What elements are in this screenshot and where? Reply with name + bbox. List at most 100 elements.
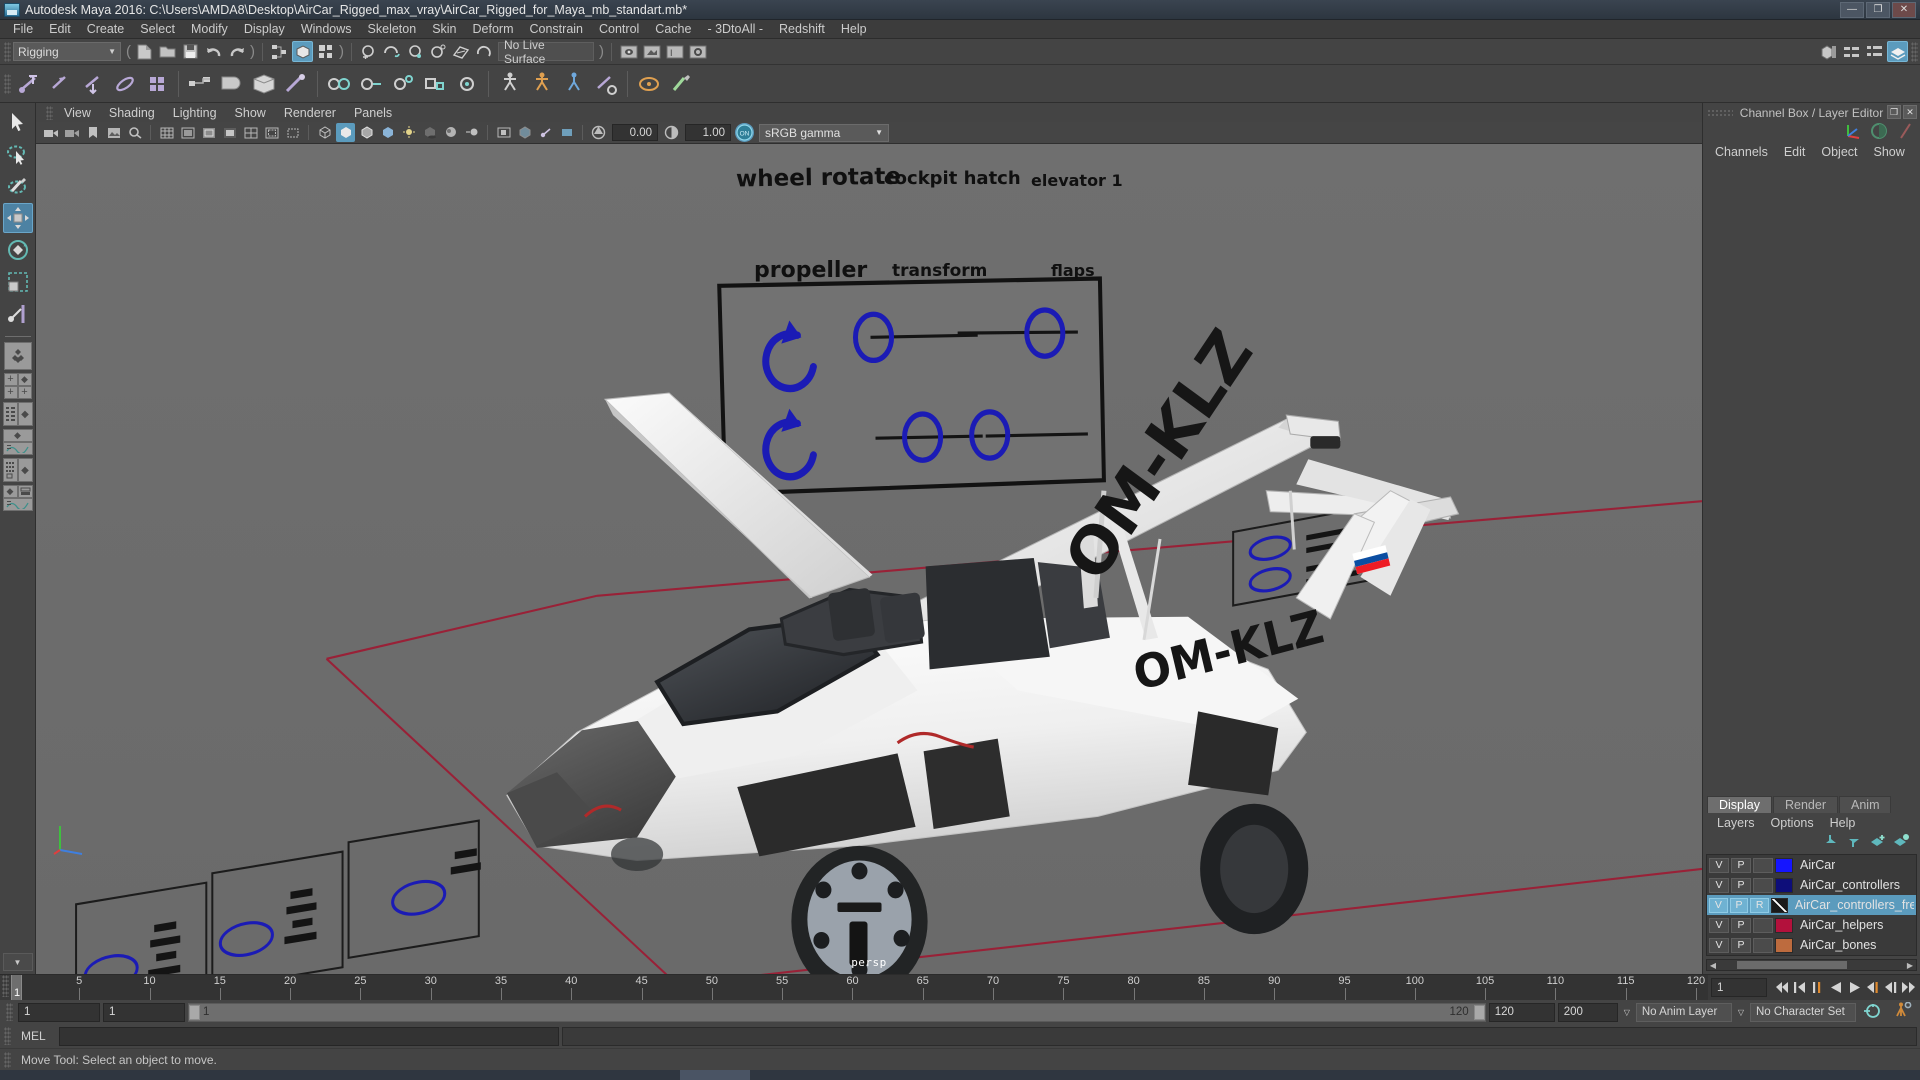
paint-weights-icon[interactable] xyxy=(667,69,695,99)
dock-restore-button[interactable]: ❐ xyxy=(1887,105,1901,119)
layer-color-swatch[interactable] xyxy=(1775,878,1793,893)
select-by-object-icon[interactable] xyxy=(292,41,313,62)
layer-list-hscrollbar[interactable]: ◀ ▶ xyxy=(1706,959,1917,971)
bookmark-icon[interactable] xyxy=(83,123,102,142)
shadows-icon[interactable] xyxy=(420,123,439,142)
menu-create[interactable]: Create xyxy=(79,21,133,37)
taskbar-button[interactable] xyxy=(680,1070,750,1080)
save-scene-icon[interactable] xyxy=(180,41,201,62)
orient-constraint-icon[interactable] xyxy=(389,69,417,99)
animation-start-time-field[interactable]: 1 xyxy=(18,1003,100,1022)
wireframe-icon[interactable] xyxy=(315,123,334,142)
animation-end-time-field[interactable]: 200 xyxy=(1558,1003,1618,1022)
layout-four-pane[interactable]: ◆ xyxy=(3,485,33,511)
xray-active-components-icon[interactable] xyxy=(557,123,576,142)
new-layer-icon[interactable] xyxy=(1870,834,1887,851)
dock-grip[interactable] xyxy=(1707,109,1733,116)
command-output-field[interactable] xyxy=(562,1027,1917,1046)
auto-keyframe-icon[interactable] xyxy=(1859,1002,1886,1022)
exposure-field[interactable]: 0.00 xyxy=(612,124,658,141)
motion-blur-icon[interactable] xyxy=(462,123,481,142)
channelbox-menu-edit[interactable]: Edit xyxy=(1776,144,1814,160)
snap-to-projected-center-icon[interactable] xyxy=(427,41,448,62)
panel-menu-panels[interactable]: Panels xyxy=(345,105,401,121)
play-forwards-icon[interactable] xyxy=(1845,978,1863,998)
isolate-select-icon[interactable] xyxy=(494,123,513,142)
range-slider-right-handle[interactable] xyxy=(1474,1005,1485,1020)
transform-axes-icon[interactable] xyxy=(1844,122,1862,143)
menu-edit[interactable]: Edit xyxy=(41,21,79,37)
rotate-tool[interactable] xyxy=(3,235,33,265)
dock-close-button[interactable]: ✕ xyxy=(1903,105,1917,119)
layer-display-type-toggle[interactable] xyxy=(1753,918,1773,933)
texture-icon[interactable] xyxy=(378,123,397,142)
animation-preferences-icon[interactable] xyxy=(1889,1002,1916,1022)
menu-file[interactable]: File xyxy=(5,21,41,37)
layer-display-type-toggle[interactable] xyxy=(1753,858,1773,873)
range-slider[interactable]: 1 120 xyxy=(188,1003,1486,1022)
new-layer-from-selected-icon[interactable] xyxy=(1893,834,1910,851)
panel-menu-lighting[interactable]: Lighting xyxy=(164,105,226,121)
layer-row-aircar-bones[interactable]: V P AirCar_bones xyxy=(1707,935,1916,955)
orient-joint-icon[interactable] xyxy=(79,69,107,99)
shelf-grip[interactable] xyxy=(4,74,11,94)
layer-playback-toggle[interactable]: P xyxy=(1731,878,1751,893)
command-line-grip[interactable] xyxy=(4,1027,11,1045)
menu-help[interactable]: Help xyxy=(833,21,875,37)
layer-playback-toggle[interactable]: P xyxy=(1730,898,1749,913)
menu-windows[interactable]: Windows xyxy=(293,21,360,37)
layout-persp-graph[interactable]: ◆ xyxy=(3,429,33,455)
color-profile-selector[interactable]: sRGB gamma ▼ xyxy=(759,124,889,142)
layer-menu-options[interactable]: Options xyxy=(1763,815,1822,831)
panel-menu-renderer[interactable]: Renderer xyxy=(275,105,345,121)
layer-display-type-toggle[interactable] xyxy=(1753,938,1773,953)
minimize-button[interactable]: — xyxy=(1840,2,1864,18)
select-tool[interactable] xyxy=(3,107,33,137)
playback-start-time-field[interactable]: 1 xyxy=(103,1003,185,1022)
time-slider-track[interactable]: 1 51015202530354045505560657075808590951… xyxy=(11,975,1708,1000)
step-back-frame-icon[interactable] xyxy=(1809,978,1827,998)
time-slider-grip[interactable] xyxy=(2,975,9,997)
move-layer-up-icon[interactable] xyxy=(1824,834,1841,851)
move-joint-icon[interactable] xyxy=(15,69,43,99)
layer-color-swatch[interactable] xyxy=(1771,898,1788,913)
gate-mask-icon[interactable] xyxy=(220,123,239,142)
show-hide-editors-icon[interactable] xyxy=(1818,41,1839,62)
go-to-start-icon[interactable] xyxy=(1773,978,1791,998)
panel-menu-shading[interactable]: Shading xyxy=(100,105,164,121)
image-plane-icon[interactable] xyxy=(104,123,123,142)
two-d-pan-zoom-icon[interactable] xyxy=(125,123,144,142)
xray-icon[interactable] xyxy=(515,123,534,142)
menu-control[interactable]: Control xyxy=(591,21,647,37)
chevron-down-icon[interactable]: ▽ xyxy=(1621,1008,1633,1017)
layer-menu-layers[interactable]: Layers xyxy=(1709,815,1763,831)
move-tool[interactable] xyxy=(3,203,33,233)
layout-persp-outliner[interactable]: ◆ xyxy=(3,402,33,426)
step-forward-keyframe-icon[interactable] xyxy=(1881,978,1899,998)
menu-skeleton[interactable]: Skeleton xyxy=(360,21,425,37)
layer-playback-toggle[interactable]: P xyxy=(1731,918,1751,933)
layer-menu-help[interactable]: Help xyxy=(1822,815,1864,831)
close-button[interactable]: ✕ xyxy=(1892,2,1916,18)
maximize-button[interactable]: ❐ xyxy=(1866,2,1890,18)
channelbox-menu-show[interactable]: Show xyxy=(1866,144,1913,160)
current-time-indicator[interactable]: 1 xyxy=(11,975,22,1000)
tab-render[interactable]: Render xyxy=(1773,796,1838,813)
menu-modify[interactable]: Modify xyxy=(183,21,236,37)
deformer-icon[interactable] xyxy=(1896,122,1914,143)
gamma-icon[interactable] xyxy=(662,123,681,142)
layer-row-aircar-controllers-free[interactable]: V P R AirCar_controllers_free xyxy=(1707,895,1916,915)
layer-playback-toggle[interactable]: P xyxy=(1731,858,1751,873)
menu-skin[interactable]: Skin xyxy=(424,21,464,37)
hik-control-rig-icon[interactable] xyxy=(560,69,588,99)
command-language-label[interactable]: MEL xyxy=(13,1029,59,1043)
layer-row-aircar-helpers[interactable]: V P AirCar_helpers xyxy=(1707,915,1916,935)
help-line-grip[interactable] xyxy=(4,1052,11,1068)
make-live-icon[interactable] xyxy=(473,41,494,62)
new-scene-icon[interactable] xyxy=(134,41,155,62)
menu-deform[interactable]: Deform xyxy=(465,21,522,37)
aim-constraint-icon[interactable] xyxy=(453,69,481,99)
menuset-selector[interactable]: Rigging ▼ xyxy=(13,42,121,61)
toolbox-expand-button[interactable]: ▼ xyxy=(3,953,33,971)
layer-visibility-toggle[interactable]: V xyxy=(1709,938,1729,953)
